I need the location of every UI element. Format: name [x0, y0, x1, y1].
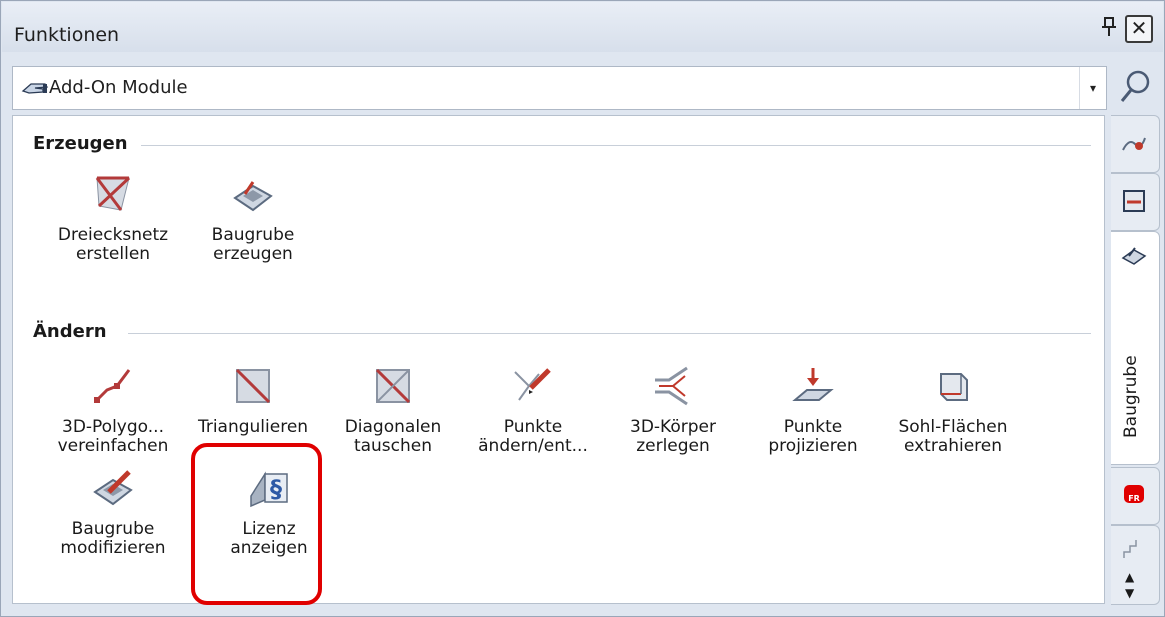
divider — [128, 333, 1091, 334]
profile-icon — [1123, 190, 1145, 212]
extract-base-faces-icon — [940, 373, 968, 401]
stairs-icon — [1123, 540, 1137, 558]
tool-triangulate[interactable]: Triangulieren — [183, 364, 323, 437]
tool-swap-diagonals[interactable]: Diagonalen tauschen — [323, 364, 463, 456]
tool-excavation-create[interactable]: Baugrube erzeugen — [183, 172, 323, 264]
chevron-down-icon[interactable]: ▾ — [1079, 67, 1106, 109]
svg-text:FR: FR — [1128, 494, 1140, 503]
triangulate-icon — [235, 368, 271, 404]
tab-addon-2[interactable] — [1111, 173, 1160, 231]
functions-palette: Funktionen ✕ Add-On Module ▾ Erzeugen Dr… — [0, 0, 1165, 617]
dropdown-value: Add-On Module — [49, 77, 188, 98]
tool-label: 3D-Polygo... vereinfachen — [57, 417, 169, 456]
tab-addon-5[interactable]: ▲ ▼ — [1111, 525, 1160, 605]
tool-polygon-simplify[interactable]: 3D-Polygo... vereinfachen — [43, 364, 183, 456]
tool-label: Sohl-Flächen extrahieren — [898, 417, 1008, 456]
tool-extract-base-faces[interactable]: Sohl-Flächen extrahieren — [883, 364, 1023, 456]
tab-baugrube[interactable]: Baugrube — [1111, 231, 1160, 465]
tool-split-solid[interactable]: 3D-Körper zerlegen — [603, 364, 743, 456]
vertical-tab-strip: Baugrube FR ▲ ▼ — [1111, 115, 1161, 605]
palette-title: Funktionen — [14, 24, 120, 46]
tool-label: Triangulieren — [197, 417, 309, 437]
highlight-annotation — [191, 443, 322, 605]
section-modify: Ändern — [33, 321, 107, 342]
close-button[interactable]: ✕ — [1125, 15, 1153, 43]
tool-area: Erzeugen Dreiecksnetz erstellen Baugrube… — [12, 115, 1105, 604]
split-solid-icon — [655, 366, 688, 406]
scroll-up-icon[interactable]: ▲ — [1125, 570, 1134, 584]
tool-label: Baugrube erzeugen — [211, 225, 295, 264]
section-create: Erzeugen — [33, 133, 128, 154]
tool-label: Dreiecksnetz erstellen — [57, 225, 169, 264]
project-points-icon — [792, 368, 834, 401]
tool-project-points[interactable]: Punkte projizieren — [743, 364, 883, 456]
scroll-down-icon[interactable]: ▼ — [1125, 586, 1134, 600]
triangle-mesh-icon — [95, 176, 131, 211]
swap-diagonals-icon — [375, 368, 411, 404]
excavation-modify-icon — [93, 470, 133, 506]
fr-icon: FR — [1124, 485, 1144, 503]
addon-hand-icon — [21, 83, 49, 94]
edit-points-icon — [514, 368, 551, 401]
tool-triangle-mesh[interactable]: Dreiecksnetz erstellen — [43, 172, 183, 264]
tab-addon-fr[interactable]: FR — [1111, 467, 1160, 525]
close-icon: ✕ — [1130, 16, 1148, 40]
tool-label: Diagonalen tauschen — [344, 417, 442, 456]
tool-edit-points[interactable]: Punkte ändern/ent... — [463, 364, 603, 456]
tab-baugrube-label: Baugrube — [1121, 355, 1141, 439]
tool-label: Baugrube modifizieren — [60, 519, 166, 558]
terrain-icon — [1122, 137, 1146, 151]
polygon-simplify-icon — [94, 369, 131, 403]
title-bar: Funktionen ✕ — [2, 2, 1163, 52]
excavation-create-icon — [233, 181, 273, 212]
tool-excavation-modify[interactable]: Baugrube modifizieren — [43, 466, 183, 558]
tab-addon-1[interactable] — [1111, 115, 1160, 173]
tool-label: Punkte ändern/ent... — [478, 417, 588, 456]
tool-label: Punkte projizieren — [768, 417, 858, 456]
tool-label: 3D-Körper zerlegen — [630, 417, 716, 456]
divider — [141, 145, 1091, 146]
pin-icon[interactable] — [1100, 16, 1118, 38]
search-icon[interactable] — [1116, 65, 1156, 109]
module-dropdown[interactable]: Add-On Module ▾ — [12, 66, 1107, 110]
excavation-tab-icon — [1121, 247, 1147, 265]
